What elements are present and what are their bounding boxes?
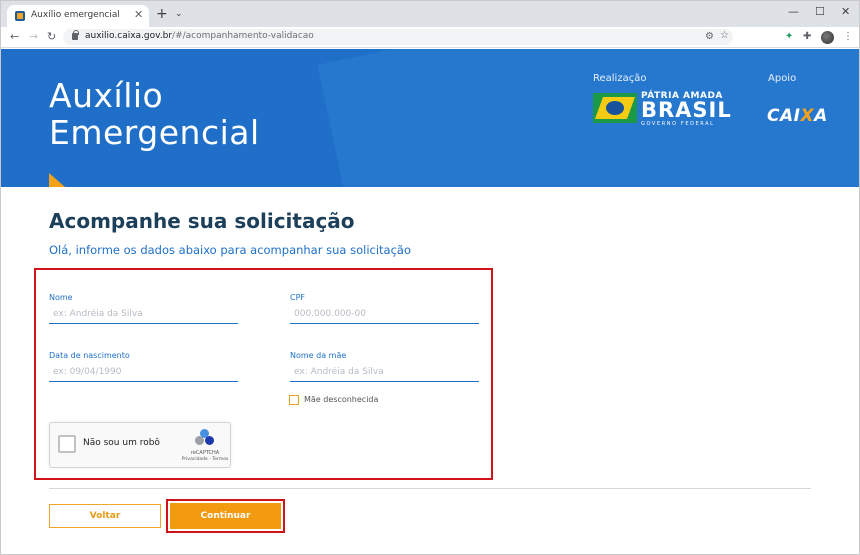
page-subtitle: Olá, informe os dados abaixo para acompa… (49, 243, 411, 257)
close-window-icon[interactable]: ✕ (841, 5, 850, 19)
nascimento-label: Data de nascimento (49, 351, 130, 360)
hero-accent-triangle (49, 173, 65, 187)
tab-auxilio[interactable]: Auxílio emergencial ✕ (7, 5, 149, 27)
address-bar[interactable]: auxilio.caixa.gov.br/#/acompanhamento-va… (63, 29, 733, 45)
minimize-icon[interactable]: — (788, 5, 799, 19)
patria-amada-brasil-logo: PÁTRIA AMADA BRASIL GOVERNO FEDERAL (593, 91, 731, 127)
new-tab-icon[interactable]: + (156, 7, 168, 21)
hero-title: Auxílio Emergencial (49, 76, 260, 152)
url-text[interactable]: auxilio.caixa.gov.br/#/acompanhamento-va… (85, 31, 314, 41)
nome-input[interactable] (49, 304, 238, 324)
browser-toolbar: ← → ↻ auxilio.caixa.gov.br/#/acompanhame… (1, 27, 859, 48)
tab-strip: Auxílio emergencial ✕ + ⌄ — ☐ ✕ (1, 1, 859, 27)
mae-desconhecida-checkbox[interactable] (289, 395, 299, 405)
recaptcha-checkbox[interactable] (58, 435, 76, 453)
realizacao-label: Realização (593, 73, 647, 84)
hero-banner: Auxílio Emergencial Realização Apoio PÁT… (1, 49, 859, 187)
cpf-input[interactable] (290, 304, 479, 324)
caixa-favicon-icon (15, 11, 25, 21)
divider (49, 488, 811, 489)
mae-input[interactable] (290, 362, 479, 382)
caixa-logo: CAIXA (767, 106, 828, 126)
forward-icon[interactable]: → (29, 30, 38, 44)
back-icon[interactable]: ← (10, 30, 19, 44)
mae-desconhecida-label[interactable]: Mãe desconhecida (304, 395, 378, 404)
nascimento-input[interactable] (49, 362, 238, 382)
tab-title: Auxílio emergencial (31, 10, 120, 20)
recaptcha-label: Não sou um robô (83, 438, 160, 448)
apoio-label: Apoio (768, 73, 797, 84)
cpf-label: CPF (290, 293, 306, 302)
maximize-icon[interactable]: ☐ (815, 5, 825, 19)
brazil-flag-icon (593, 93, 637, 123)
tab-close-icon[interactable]: ✕ (134, 8, 143, 22)
browser-window: Auxílio emergencial ✕ + ⌄ — ☐ ✕ ← → ↻ au… (0, 0, 860, 555)
menu-icon[interactable]: ⋮ (843, 31, 853, 43)
lock-icon[interactable] (72, 30, 79, 40)
page-title: Acompanhe sua solicitação (49, 209, 355, 233)
nome-label: Nome (49, 293, 73, 302)
extension-puzzle-icon[interactable]: ⚙ (705, 31, 714, 43)
mae-label: Nome da mãe (290, 351, 347, 360)
voltar-button[interactable]: Voltar (49, 504, 161, 528)
bookmark-star-icon[interactable]: ☆ (720, 30, 729, 42)
extensions-icon[interactable]: ✚ (803, 31, 811, 43)
recaptcha-logo-icon (195, 429, 215, 447)
extension-icon[interactable]: ✦ (785, 31, 793, 43)
reload-icon[interactable]: ↻ (47, 30, 56, 44)
tab-search-icon[interactable]: ⌄ (175, 9, 183, 19)
continuar-button[interactable]: Continuar (170, 503, 281, 529)
profile-avatar[interactable] (821, 31, 834, 44)
recaptcha-terms-link[interactable]: Privacidade - Termos (176, 457, 234, 462)
recaptcha-widget: Não sou um robô reCAPTCHA Privacidade - … (49, 422, 231, 468)
recaptcha-brand: reCAPTCHA (190, 450, 220, 456)
